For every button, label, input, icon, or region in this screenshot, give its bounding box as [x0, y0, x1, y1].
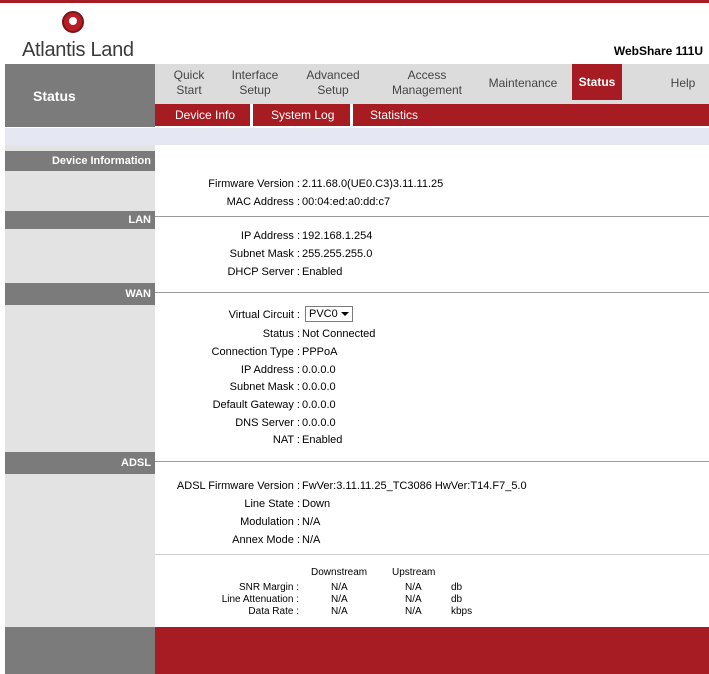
virtual-circuit-select[interactable]: PVC0	[305, 306, 353, 322]
line-state-label: Line State :	[244, 498, 300, 510]
stats-header-upstream: Upstream	[392, 567, 436, 578]
logo-text: Atlantis Land	[22, 39, 134, 61]
adsl-fw-label: ADSL Firmware Version :	[176, 480, 300, 492]
wan-status-label: Status :	[262, 328, 300, 340]
annex-label: Annex Mode :	[232, 534, 300, 546]
section-wan: WAN	[5, 283, 155, 305]
attenuation-up: N/A	[405, 594, 422, 605]
section-device-info: Device Information	[5, 151, 155, 171]
dns-value: 0.0.0.0	[302, 417, 336, 429]
wan-mask-value: 0.0.0.0	[302, 381, 336, 393]
modulation-label: Modulation :	[240, 516, 300, 528]
stats-header-downstream: Downstream	[311, 567, 368, 578]
divider	[155, 292, 709, 293]
nav-quick-start[interactable]: Quick Start	[169, 68, 209, 98]
lan-ip-value: 192.168.1.254	[302, 230, 373, 242]
current-section: Status	[5, 64, 155, 127]
mac-label: MAC Address :	[226, 196, 300, 208]
data-rate-unit: kbps	[451, 606, 473, 617]
chevron-down-icon	[341, 312, 349, 316]
data-rate-down: N/A	[331, 606, 348, 617]
virtual-circuit-value: PVC0	[309, 308, 338, 320]
snr-label: SNR Margin :	[238, 582, 299, 593]
wan-mask-label: Subnet Mask :	[229, 381, 300, 393]
lan-mask-label: Subnet Mask :	[229, 248, 300, 260]
nav-advanced-setup[interactable]: Advanced Setup	[300, 68, 366, 98]
attenuation-label: Line Attenuation :	[221, 594, 299, 605]
wan-status-value: Not Connected	[302, 328, 376, 340]
annex-value: N/A	[302, 534, 321, 546]
nav-help[interactable]: Help	[663, 76, 703, 91]
logo-icon	[62, 11, 84, 33]
nav-bar: Quick Start Interface Setup Advanced Set…	[155, 64, 709, 104]
data-rate-label: Data Rate :	[248, 606, 299, 617]
subnav-divider	[350, 104, 353, 126]
snr-unit: db	[451, 582, 463, 593]
section-adsl: ADSL	[5, 452, 155, 474]
wan-ip-label: IP Address :	[240, 364, 300, 376]
footer-bar	[155, 627, 709, 674]
adsl-fw-value: FwVer:3.11.11.25_TC3086 HwVer:T14.F7_5.0	[302, 480, 527, 492]
firmware-label: Firmware Version :	[208, 178, 300, 190]
attenuation-unit: db	[451, 594, 463, 605]
vc-label: Virtual Circuit :	[228, 309, 300, 321]
subnav-divider	[250, 104, 253, 126]
snr-up: N/A	[405, 582, 422, 593]
snr-down: N/A	[331, 582, 348, 593]
dhcp-value: Enabled	[302, 266, 343, 278]
current-section-label: Status	[33, 88, 76, 104]
conn-type-value: PPPoA	[302, 346, 338, 358]
line-state-value: Down	[302, 498, 331, 510]
section-lan: LAN	[5, 211, 155, 229]
conn-type-label: Connection Type :	[211, 346, 300, 358]
nav-interface-setup[interactable]: Interface Setup	[225, 68, 285, 98]
wan-ip-value: 0.0.0.0	[302, 364, 336, 376]
gateway-value: 0.0.0.0	[302, 399, 336, 411]
sub-nav: Device Info System Log Statistics	[155, 104, 709, 126]
attenuation-down: N/A	[331, 594, 348, 605]
footer-left	[5, 627, 155, 674]
data-rate-up: N/A	[405, 606, 422, 617]
header-band	[5, 128, 709, 145]
tab-system-log[interactable]: System Log	[271, 108, 334, 122]
dhcp-label: DHCP Server :	[227, 266, 300, 278]
modulation-value: N/A	[302, 516, 321, 528]
nav-access-management[interactable]: Access Management	[387, 68, 467, 98]
nav-status[interactable]: Status	[572, 64, 622, 100]
mac-value: 00:04:ed:a0:dd:c7	[302, 196, 391, 208]
model-name: WebShare 111U	[613, 44, 703, 58]
firmware-value: 2.11.68.0(UE0.C3)3.11.11.25	[302, 178, 444, 190]
nav-maintenance[interactable]: Maintenance	[481, 76, 565, 91]
divider	[155, 554, 709, 555]
lan-ip-label: IP Address :	[240, 230, 300, 242]
main-nav: Status Quick Start Interface Setup Advan…	[0, 64, 709, 127]
tab-statistics[interactable]: Statistics	[370, 108, 418, 122]
divider	[155, 216, 709, 217]
brand-logo: Atlantis Land	[0, 3, 160, 63]
lan-mask-value: 255.255.255.0	[302, 248, 373, 260]
gateway-label: Default Gateway :	[212, 399, 300, 411]
nat-label: NAT :	[272, 434, 300, 446]
dns-label: DNS Server :	[235, 417, 300, 429]
divider	[155, 461, 709, 462]
nat-value: Enabled	[302, 434, 343, 446]
tab-device-info[interactable]: Device Info	[175, 108, 235, 122]
